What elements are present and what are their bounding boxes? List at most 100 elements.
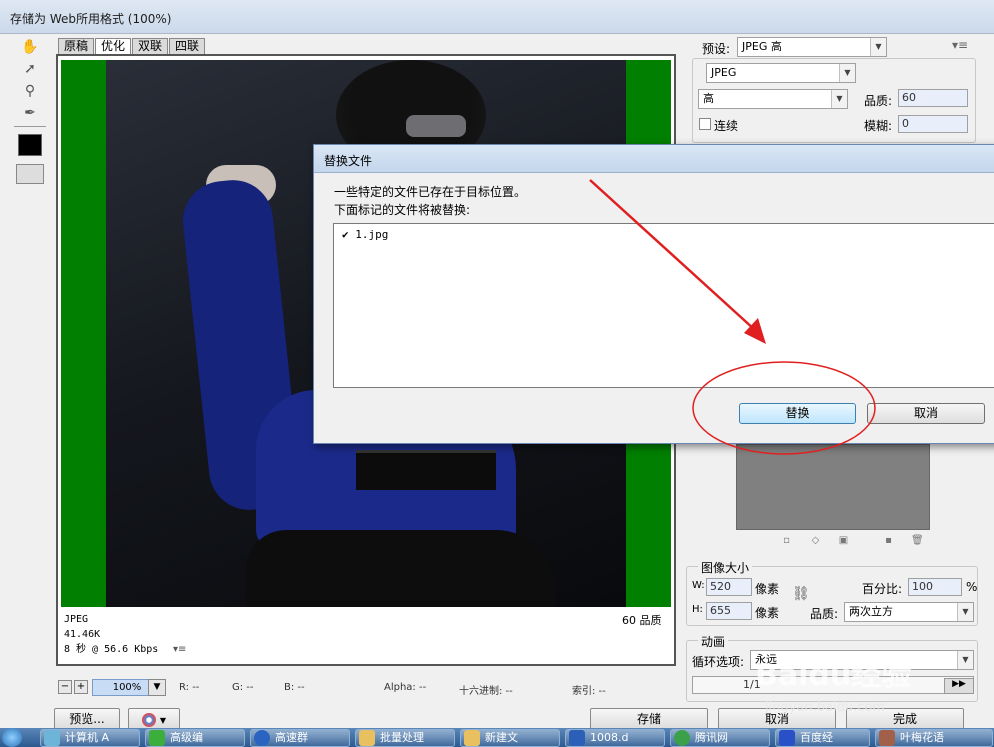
computer-icon: [44, 730, 60, 746]
status-bar: − + 100% ▼ R: -- G: -- B: -- Alpha: -- 十…: [54, 678, 676, 698]
blur-value: 0: [902, 117, 909, 130]
taskbar-item[interactable]: 高速群: [250, 729, 350, 747]
web-snap-icon[interactable]: ◇: [810, 535, 821, 546]
quality-value: 60: [902, 91, 916, 104]
blur-field[interactable]: 0: [898, 115, 968, 133]
animation-controls: 1/1: [692, 676, 974, 694]
browser-preview-button[interactable]: ▼: [128, 708, 180, 730]
folder-icon: [464, 730, 480, 746]
chevron-down-icon: ▼: [957, 651, 973, 669]
chevron-down-icon: ▼: [957, 603, 973, 621]
replace-button[interactable]: 替换: [739, 403, 856, 424]
percent-field[interactable]: 100: [908, 578, 962, 596]
taskbar-item[interactable]: 批量处理: [355, 729, 455, 747]
zoom-dropdown-icon[interactable]: ▼: [148, 679, 166, 696]
file-list: ✔ 1.jpg: [333, 223, 994, 388]
done-button[interactable]: 完成: [846, 708, 964, 730]
word-document-icon: [569, 730, 585, 746]
width-unit: 像素: [755, 582, 780, 596]
resample-quality-select[interactable]: 两次立方 ▼: [844, 602, 974, 622]
percent-label: 百分比:: [862, 582, 903, 596]
taskbar-item-label: 新建文: [485, 731, 518, 744]
tab-4-up[interactable]: 四联: [169, 38, 206, 54]
height-field[interactable]: 655: [706, 602, 752, 620]
animation-title: 动画: [698, 633, 729, 650]
loop-options-select[interactable]: 永远 ▼: [750, 650, 974, 670]
taskbar-item[interactable]: 叶梅花语: [875, 729, 993, 747]
taskbar-item-label: 计算机 A: [65, 731, 110, 744]
eyedropper-tool-icon[interactable]: ✒: [18, 102, 42, 124]
tab-original[interactable]: 原稿: [58, 38, 95, 54]
baidu-paw-icon: [779, 730, 795, 746]
color-table-swatches[interactable]: [736, 444, 930, 530]
start-button-icon[interactable]: [2, 728, 22, 747]
map-to-transparent-icon[interactable]: ▫: [781, 535, 792, 546]
chevron-down-icon: ▼: [839, 64, 855, 82]
avatar-icon: [879, 730, 895, 746]
quality-level-value: 高: [703, 92, 714, 105]
width-label: W:: [692, 580, 705, 591]
preset-select[interactable]: JPEG 高 ▼: [737, 37, 887, 57]
taskbar-item-label: 腾讯网: [695, 731, 728, 744]
info-quality: 60 品质: [622, 614, 662, 627]
slice-select-tool-icon[interactable]: ➚: [18, 58, 42, 80]
progressive-checkbox[interactable]: [699, 118, 711, 130]
taskbar-item[interactable]: 腾讯网: [670, 729, 770, 747]
taskbar-item-label: 叶梅花语: [900, 731, 944, 744]
dialog-message-2: 下面标记的文件将被替换:: [334, 203, 471, 217]
save-button[interactable]: 存储: [590, 708, 708, 730]
preset-label: 预设:: [702, 42, 731, 56]
taskbar-item[interactable]: 计算机 A: [40, 729, 140, 747]
zoom-in-button[interactable]: +: [74, 680, 88, 694]
optimize-menu-icon[interactable]: ▾≡: [952, 38, 968, 52]
app-icon: [149, 730, 165, 746]
cancel-button[interactable]: 取消: [718, 708, 836, 730]
eyedropper-color-swatch[interactable]: [18, 134, 42, 156]
dialog-title: 替换文件: [324, 154, 373, 168]
hand-tool-icon[interactable]: ✋: [18, 36, 42, 58]
taskbar-item-label: 高级编: [170, 731, 203, 744]
resample-quality-label: 品质:: [810, 607, 839, 621]
taskbar-item-label: 百度经: [800, 731, 833, 744]
readout-alpha: Alpha: --: [384, 682, 427, 693]
info-size: 41.46K: [64, 629, 101, 640]
preview-button[interactable]: 预览...: [54, 708, 120, 730]
tab-optimized[interactable]: 优化: [95, 38, 132, 54]
dialog-cancel-button[interactable]: 取消: [867, 403, 985, 424]
replace-files-dialog: 替换文件 一些特定的文件已存在于目标位置。 下面标记的文件将被替换: ✔ 1.j…: [313, 144, 994, 444]
blur-label: 模糊:: [864, 119, 893, 133]
zoom-tool-icon[interactable]: ⚲: [18, 80, 42, 102]
chevron-down-icon: ▼: [159, 716, 166, 725]
new-color-icon[interactable]: ▪: [883, 535, 894, 546]
zoom-out-button[interactable]: −: [58, 680, 72, 694]
download-speed-menu-icon[interactable]: ▾≡: [173, 644, 186, 655]
tab-2-up[interactable]: 双联: [132, 38, 169, 54]
info-format: JPEG: [64, 614, 89, 625]
trash-icon[interactable]: 🗑: [911, 535, 924, 546]
percent-value: 100: [912, 580, 933, 593]
toggle-slices-visibility-icon[interactable]: [16, 164, 44, 184]
readout-hex: 十六进制: --: [459, 686, 513, 697]
chevron-down-icon: ▼: [870, 38, 886, 56]
taskbar-item[interactable]: 1008.d: [565, 729, 665, 747]
taskbar-item-label: 批量处理: [380, 731, 424, 744]
format-select[interactable]: JPEG ▼: [706, 63, 856, 83]
quality-field[interactable]: 60: [898, 89, 968, 107]
info-speed: 8 秒 @ 56.6 Kbps: [64, 644, 159, 655]
checkmark-icon: ✔: [342, 228, 349, 241]
taskbar-item-label: 高速群: [275, 731, 308, 744]
constrain-proportions-link-icon[interactable]: ⛓: [792, 586, 810, 602]
last-frame-button[interactable]: ▶▶: [944, 678, 974, 694]
width-value: 520: [710, 580, 731, 593]
width-field[interactable]: 520: [706, 578, 752, 596]
readout-index: 索引: --: [572, 686, 606, 697]
photo-headband: [406, 115, 466, 137]
frame-counter: 1/1: [743, 678, 761, 691]
taskbar-item[interactable]: 新建文: [460, 729, 560, 747]
window-title: 存储为 Web所用格式 (100%): [10, 12, 172, 26]
quality-level-select[interactable]: 高 ▼: [698, 89, 848, 109]
taskbar-item[interactable]: 高级编: [145, 729, 245, 747]
lock-color-icon[interactable]: ▣: [838, 535, 849, 546]
list-item[interactable]: ✔ 1.jpg: [342, 228, 388, 241]
taskbar-item[interactable]: 百度经: [775, 729, 870, 747]
